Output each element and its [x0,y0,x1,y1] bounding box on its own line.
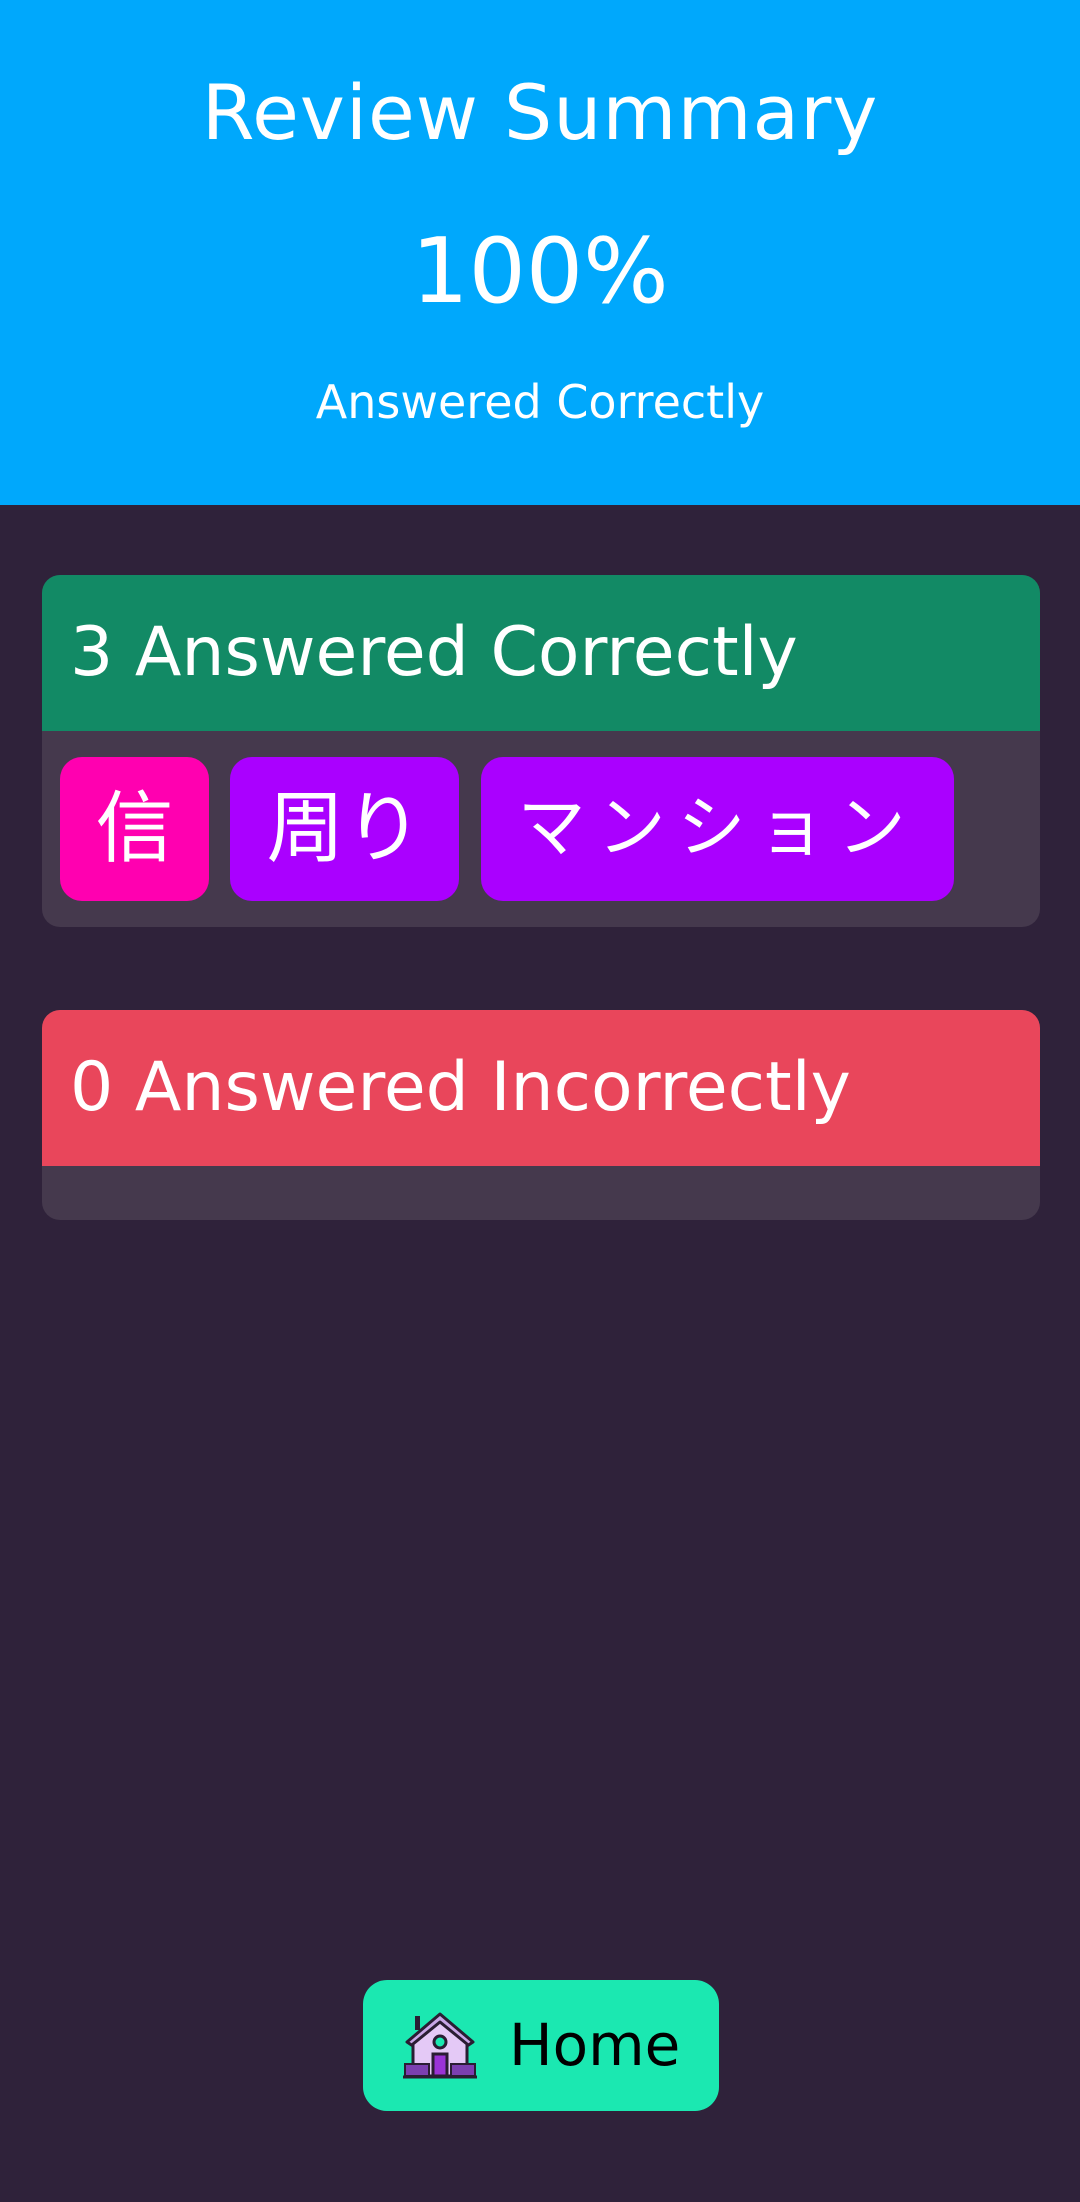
home-button[interactable]: Home [363,1980,719,2111]
house-icon [403,2010,477,2082]
incorrect-answers-panel: 0 Answered Incorrectly [42,1010,1040,1220]
score-caption: Answered Correctly [315,375,765,429]
incorrect-answers-title: 0 Answered Incorrectly [42,1010,1040,1166]
answer-chip[interactable]: 周り [230,757,459,901]
answer-chip[interactable]: 信 [60,757,209,901]
correct-answers-panel: 3 Answered Correctly 信 周り マンション [42,575,1040,927]
page-title: Review Summary [201,68,879,157]
answer-chip[interactable]: マンション [481,757,954,901]
correct-answers-title: 3 Answered Correctly [42,575,1040,731]
home-button-label: Home [509,2011,681,2079]
score-percent: 100% [411,219,669,324]
summary-header: Review Summary 100% Answered Correctly [0,0,1080,505]
